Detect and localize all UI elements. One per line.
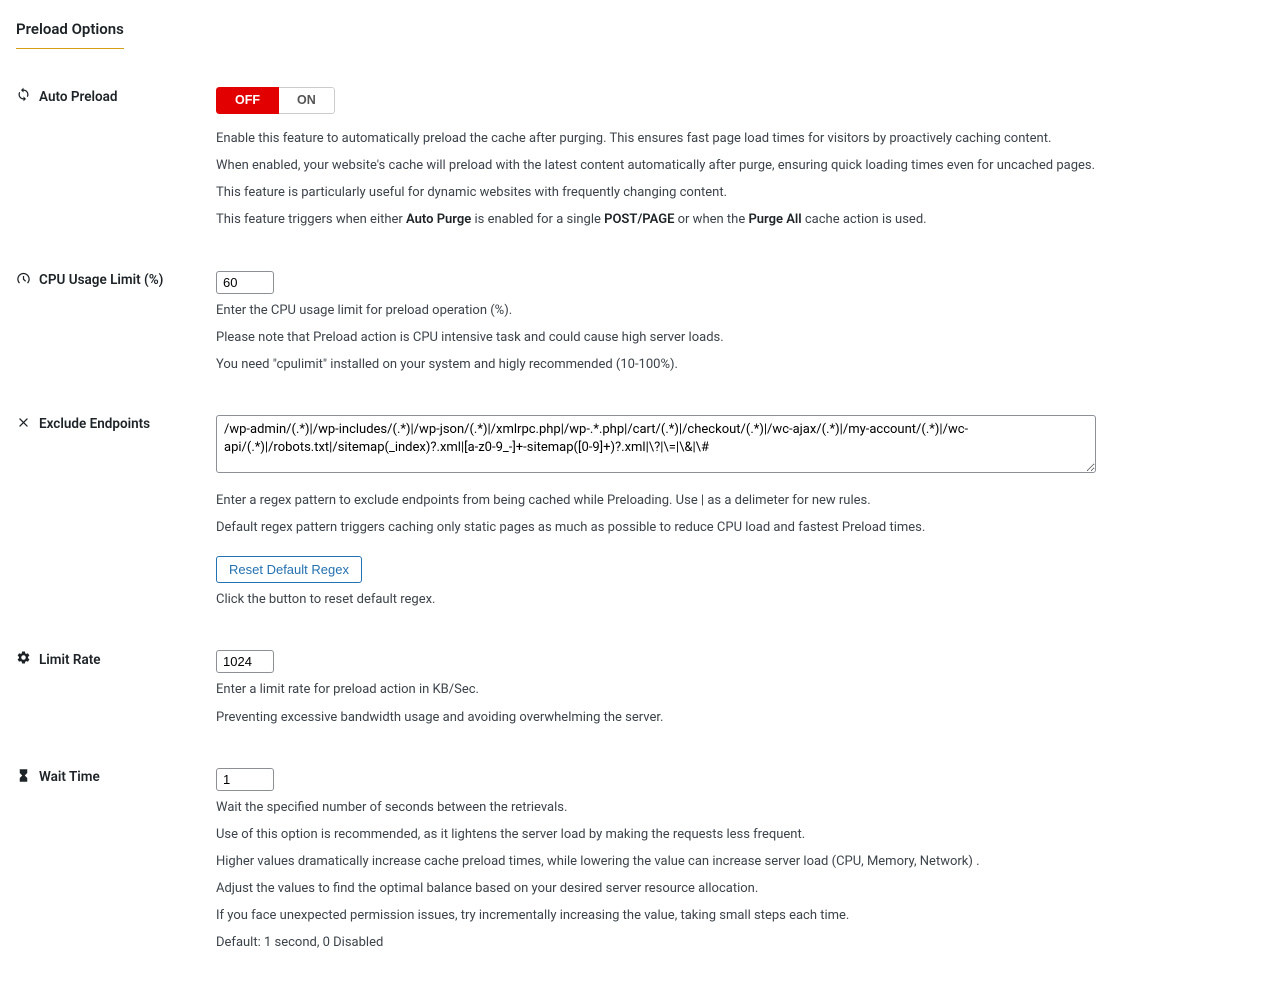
cpu-limit-desc: Please note that Preload action is CPU i…: [216, 328, 1247, 348]
auto-preload-label: Auto Preload: [16, 87, 206, 106]
cpu-limit-desc: You need "cpulimit" installed on your sy…: [216, 355, 1247, 375]
exclude-endpoints-textarea[interactable]: /wp-admin/(.*)|/wp-includes/(.*)|/wp-jso…: [216, 415, 1096, 473]
auto-preload-desc: This feature triggers when either Auto P…: [216, 210, 1247, 230]
limit-rate-desc: Preventing excessive bandwidth usage and…: [216, 708, 1247, 728]
gauge-icon: [16, 271, 31, 290]
auto-preload-on-button[interactable]: ON: [279, 87, 335, 114]
limit-rate-input[interactable]: [216, 650, 274, 673]
wait-time-desc: Default: 1 second, 0 Disabled: [216, 933, 1247, 953]
limit-rate-label: Limit Rate: [16, 650, 206, 669]
auto-preload-off-button[interactable]: OFF: [216, 87, 279, 114]
exclude-endpoints-label: Exclude Endpoints: [16, 415, 206, 434]
auto-preload-desc: Enable this feature to automatically pre…: [216, 129, 1247, 149]
auto-preload-desc: This feature is particularly useful for …: [216, 183, 1247, 203]
reset-default-regex-button[interactable]: Reset Default Regex: [216, 556, 362, 583]
wait-time-desc: Wait the specified number of seconds bet…: [216, 798, 1247, 818]
wait-time-label: Wait Time: [16, 768, 206, 787]
exclude-endpoints-desc: Click the button to reset default regex.: [216, 590, 1247, 610]
section-title: Preload Options: [16, 20, 124, 49]
wait-time-desc: Higher values dramatically increase cach…: [216, 852, 1247, 872]
auto-preload-toggle: OFF ON: [216, 87, 335, 114]
limit-rate-desc: Enter a limit rate for preload action in…: [216, 680, 1247, 700]
exclude-endpoints-desc: Default regex pattern triggers caching o…: [216, 518, 1247, 538]
cpu-limit-label: CPU Usage Limit (%): [16, 271, 206, 290]
hourglass-icon: [16, 768, 31, 787]
cpu-limit-desc: Enter the CPU usage limit for preload op…: [216, 301, 1247, 321]
refresh-icon: [16, 87, 31, 106]
cpu-limit-input[interactable]: [216, 271, 274, 294]
exclude-endpoints-desc: Enter a regex pattern to exclude endpoin…: [216, 491, 1247, 511]
gear-icon: [16, 650, 31, 669]
close-icon: [16, 415, 31, 434]
wait-time-desc: If you face unexpected permission issues…: [216, 906, 1247, 926]
wait-time-input[interactable]: [216, 768, 274, 791]
wait-time-desc: Use of this option is recommended, as it…: [216, 825, 1247, 845]
wait-time-desc: Adjust the values to find the optimal ba…: [216, 879, 1247, 899]
auto-preload-desc: When enabled, your website's cache will …: [216, 156, 1247, 176]
